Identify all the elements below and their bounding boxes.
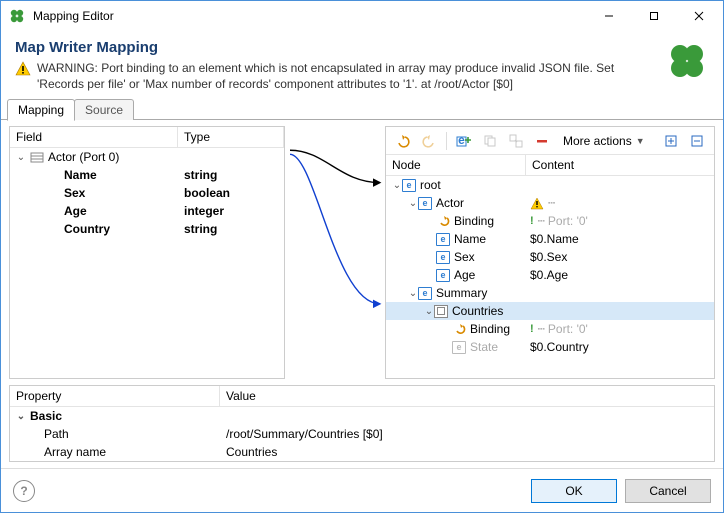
field-table[interactable]: Field Type ⌄ Actor (Port 0) Namestring S… [9, 126, 285, 379]
excl-icon: ! [530, 215, 534, 227]
warning-text: WARNING: Port binding to an element whic… [37, 60, 655, 92]
content-header[interactable]: Content [526, 155, 714, 175]
maximize-button[interactable] [631, 1, 676, 31]
field-row[interactable]: Sexboolean [10, 184, 284, 202]
link-button[interactable] [505, 130, 527, 152]
connector-area [285, 126, 385, 379]
object-icon [434, 305, 448, 318]
warning-icon [15, 61, 31, 77]
dialog-header: Map Writer Mapping WARNING: Port binding… [1, 31, 723, 98]
brand-logo-icon [665, 39, 709, 83]
expand-all-button[interactable] [660, 130, 682, 152]
target-panel: e More actions ▼ Node Content ⌄eroot ⌄eA… [385, 126, 715, 379]
port-icon [30, 151, 44, 164]
title-bar: Mapping Editor [1, 1, 723, 31]
cancel-button[interactable]: Cancel [625, 479, 711, 503]
tab-source[interactable]: Source [74, 99, 134, 120]
prop-row-array-name[interactable]: Array nameCountries [10, 443, 714, 461]
tree-node-state[interactable]: eState $0.Country [386, 338, 714, 356]
property-header[interactable]: Property [10, 386, 220, 406]
tree-node-summary[interactable]: ⌄eSummary [386, 284, 714, 302]
prop-group-basic[interactable]: ⌄Basic [10, 407, 714, 425]
tree-node-name[interactable]: eName $0.Name [386, 230, 714, 248]
value-header[interactable]: Value [220, 386, 714, 406]
tree-node-sex[interactable]: eSex $0.Sex [386, 248, 714, 266]
help-button[interactable]: ? [13, 480, 35, 502]
remove-button[interactable] [531, 130, 553, 152]
tab-bar: Mapping Source [1, 98, 723, 120]
property-table[interactable]: Property Value ⌄Basic Path/root/Summary/… [9, 385, 715, 462]
target-tree[interactable]: ⌄eroot ⌄eActor ┄ Binding !┄Port: '0' eNa… [386, 176, 714, 378]
window-title: Mapping Editor [33, 9, 586, 23]
tree-node-root[interactable]: ⌄eroot [386, 176, 714, 194]
warning-icon [530, 197, 544, 210]
toolbar: e More actions ▼ [386, 127, 714, 155]
copy-button[interactable] [479, 130, 501, 152]
field-header[interactable]: Field [10, 127, 178, 147]
prop-row-path[interactable]: Path/root/Summary/Countries [$0] [10, 425, 714, 443]
add-element-button[interactable]: e [453, 130, 475, 152]
field-row[interactable]: Countrystring [10, 220, 284, 238]
tree-node-countries[interactable]: ⌄Countries [386, 302, 714, 320]
tree-node-binding[interactable]: Binding !┄Port: '0' [386, 212, 714, 230]
undo-button[interactable] [392, 130, 414, 152]
more-actions-menu[interactable]: More actions ▼ [557, 130, 651, 152]
field-group-actor[interactable]: ⌄ Actor (Port 0) [10, 148, 284, 166]
close-button[interactable] [676, 1, 721, 31]
binding-icon [436, 215, 450, 228]
tab-mapping[interactable]: Mapping [7, 99, 75, 121]
expand-icon[interactable]: ⌄ [16, 152, 26, 163]
node-header[interactable]: Node [386, 155, 526, 175]
dialog-footer: ? OK Cancel [1, 468, 723, 512]
minimize-button[interactable] [586, 1, 631, 31]
excl-icon: ! [530, 323, 534, 335]
redo-button[interactable] [418, 130, 440, 152]
warning-row: WARNING: Port binding to an element whic… [15, 60, 655, 92]
field-row[interactable]: Ageinteger [10, 202, 284, 220]
ok-button[interactable]: OK [531, 479, 617, 503]
tree-node-binding[interactable]: Binding !┄Port: '0' [386, 320, 714, 338]
field-row[interactable]: Namestring [10, 166, 284, 184]
binding-icon [452, 323, 466, 336]
chevron-down-icon: ▼ [636, 136, 645, 146]
collapse-all-button[interactable] [686, 130, 708, 152]
tree-node-actor[interactable]: ⌄eActor ┄ [386, 194, 714, 212]
app-icon [9, 8, 25, 24]
type-header[interactable]: Type [178, 127, 284, 147]
svg-text:e: e [458, 134, 465, 147]
tree-node-age[interactable]: eAge $0.Age [386, 266, 714, 284]
dialog-title: Map Writer Mapping [15, 39, 655, 56]
